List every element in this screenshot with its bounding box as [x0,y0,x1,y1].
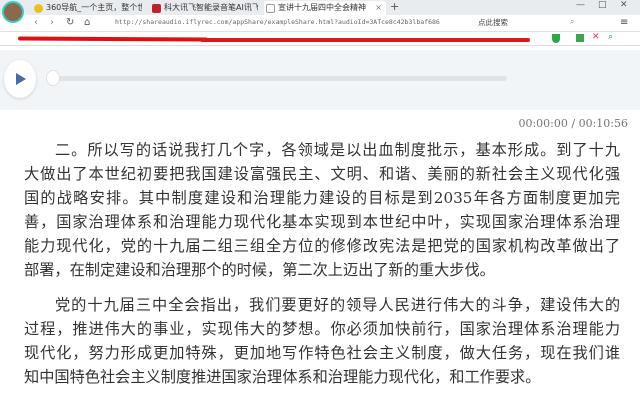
tab-iflyrec[interactable]: 科大讯飞智能录音笔AI讯飞录音 [150,1,258,15]
find-icon[interactable]: ⌕ [608,32,613,42]
tab-bar: 360导航_一个主页，整个世界 科大讯飞智能录音笔AI讯飞录音 宣讲十九届四中全… [0,0,640,23]
download-icon[interactable] [576,34,584,42]
transcript-line: 部署，在制定建设和治理那个的时候，第二次上迈出了新的重大步伐。 [24,261,495,279]
transcript-line: 现代化，努力形成更加特殊，更加地写作特色社会主义制度，做大任务，现在我们谁 [24,344,620,362]
forward-button[interactable]: › [50,17,54,28]
playback-time: 00:00:00 / 00:10:56 [518,117,628,130]
user-avatar[interactable] [2,1,24,23]
menu-icon[interactable]: ≡ [620,17,628,28]
search-input[interactable]: 点此搜索 [478,17,558,28]
transcript-line: 过程，推进伟大的事业，实现伟大的梦想。你必须加快前行，国家治理体系治理能力 [24,320,620,338]
transcript-line: 国的战略安排。其中制度建设和治理能力建设的目标是到2035年各方面制度更加完 [24,189,620,207]
favorites-bar: ✕ ⌕ [0,32,640,46]
iflyrec-icon [152,4,161,13]
tab-active[interactable]: 宣讲十九届四中全会精神 × [264,1,386,15]
transcript-line: 知中国特色社会主义制度推进国家治理体系和治理能力现代化，和工作要求。 [24,368,541,386]
transcript: 二。所以写的话说我打几个字，各领域是以出血制度批示，基本形成。到了十九 大做出了… [24,138,620,389]
page-icon [266,4,275,13]
360-icon [34,4,43,13]
close-tab-icon[interactable]: × [375,1,382,15]
home-button[interactable]: ⌂ [84,17,90,28]
minimize-button[interactable]: — [576,0,585,10]
new-tab-button[interactable]: + [390,0,399,13]
search-icon[interactable]: ⌕ [570,17,574,27]
progress-knob[interactable] [46,70,60,86]
redaction-mark [200,38,530,42]
transcript-line: 善，国家治理体系和治理能力现代化基本实现到本世纪中叶，实现国家治理体系治理 [24,213,620,231]
redaction-mark [18,36,208,42]
progress-track[interactable] [55,76,507,81]
shield-icon[interactable] [552,34,560,43]
reload-button[interactable]: ↻ [66,17,74,28]
close-window-button[interactable]: ✕ [620,0,628,10]
transcript-line: 党的十九届三中全会指出，我们要更好的领导人民进行伟大的斗争，建设伟大的 [55,296,620,314]
transcript-line: 二。所以写的话说我打几个字，各领域是以出血制度批示，基本形成。到了十九 [55,141,620,159]
transcript-line: 大做出了本世纪初要把我国建设富强民主、文明、和谐、美丽的新社会主义现代化强 [24,165,620,183]
transcript-line: 能力现代化，党的十九届二组三组全方位的修修改宪法是把党的国家机构改革做出了 [24,237,620,255]
x-icon[interactable]: ✕ [592,32,600,42]
audio-player [0,50,640,110]
url-input[interactable]: http://shareaudio.iflyrec.com/appShare/e… [115,18,440,26]
address-bar: ‹ › ↻ ⌂ http://shareaudio.iflyrec.com/ap… [0,15,640,32]
maximize-button[interactable]: □ [598,0,607,10]
play-button[interactable] [4,60,36,98]
back-button[interactable]: ‹ [34,17,38,28]
tab-360[interactable]: 360导航_一个主页，整个世界 [32,1,142,15]
